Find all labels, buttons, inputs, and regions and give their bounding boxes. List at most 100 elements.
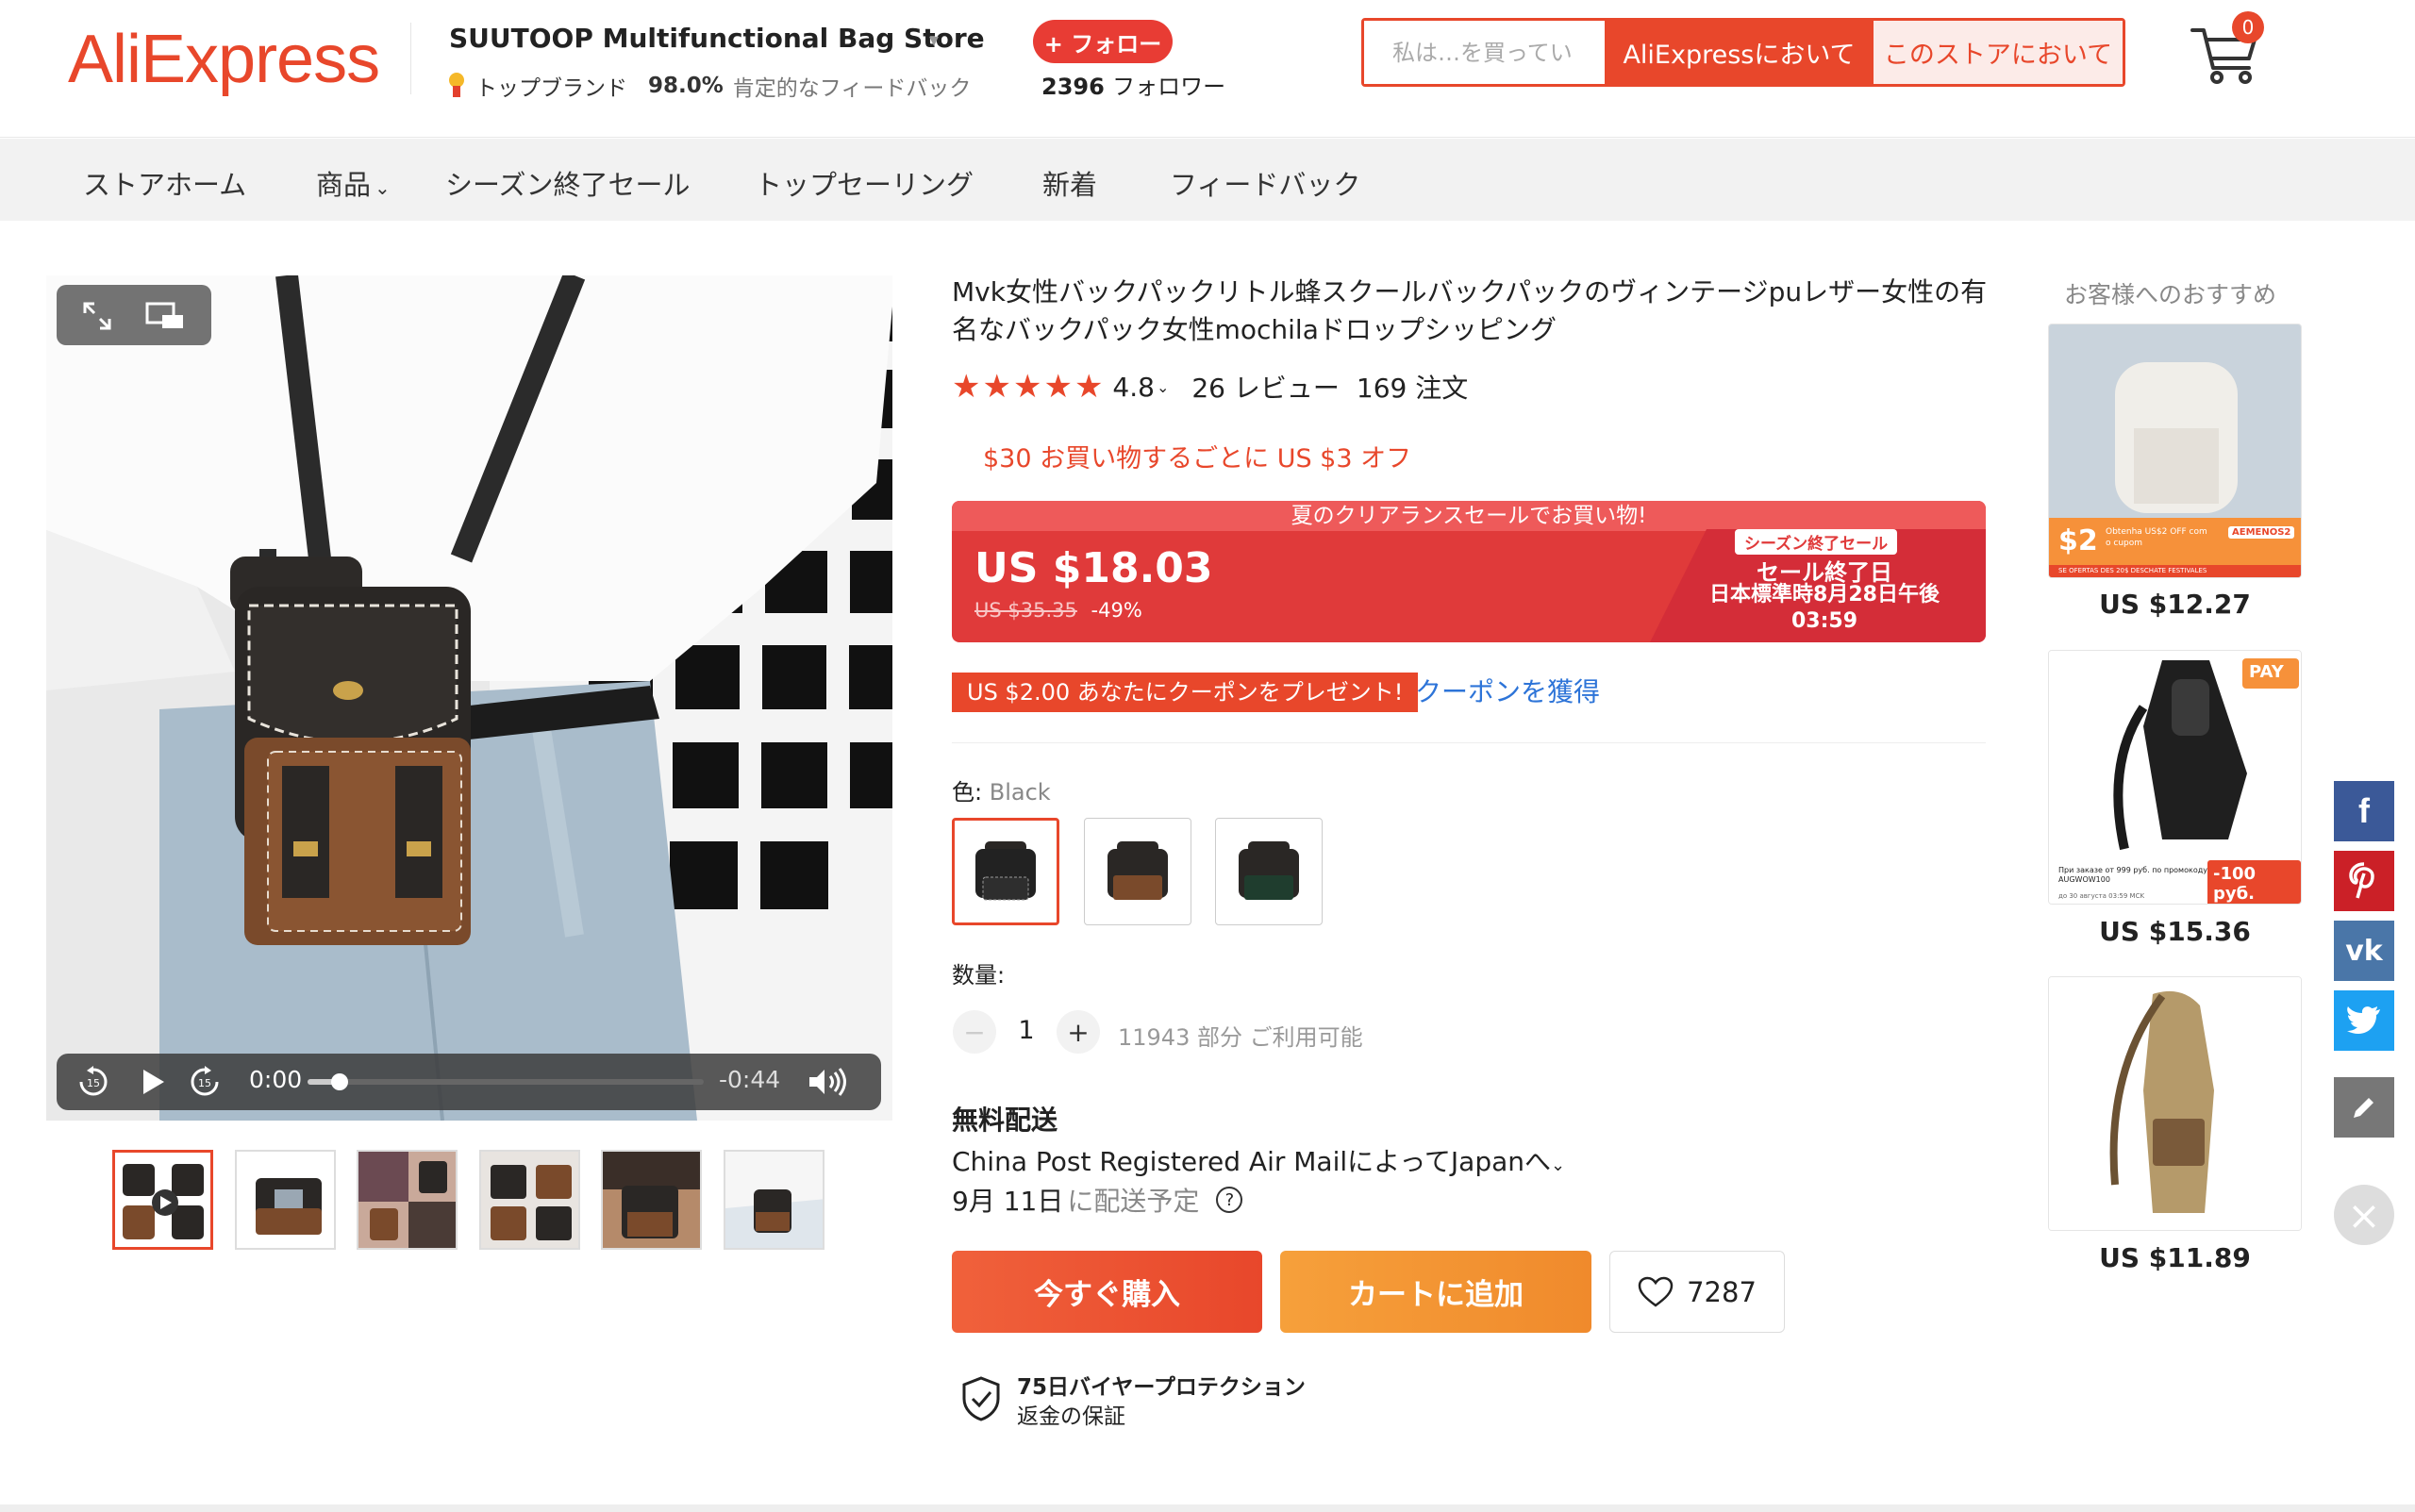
quantity-label: 数量: xyxy=(952,962,1006,989)
thumbnail-4[interactable] xyxy=(479,1150,580,1250)
selected-color: Black xyxy=(989,779,1051,806)
color-swatch-black[interactable] xyxy=(952,818,1059,925)
video-progress-handle[interactable] xyxy=(330,1073,348,1090)
forward-15-icon[interactable]: 15 xyxy=(189,1066,221,1098)
nav-store-home[interactable]: ストアホーム xyxy=(83,163,246,203)
wishlist-count: 7287 xyxy=(1687,1275,1757,1308)
buyer-protection-subtitle: 返金の保証 xyxy=(1017,1404,1125,1429)
follow-button[interactable]: + フォロー xyxy=(1033,20,1173,63)
search-aliexpress-button[interactable]: AliExpressにおいて xyxy=(1605,21,1874,84)
pinterest-share-icon[interactable] xyxy=(2334,851,2394,911)
volume-icon[interactable] xyxy=(808,1067,849,1097)
store-nav: ストアホーム 商品 ⌄ シーズン終了セール トップセーリング 新着 フィードバック xyxy=(0,139,2415,221)
original-price: US $35.35 xyxy=(974,599,1077,622)
twitter-share-icon[interactable] xyxy=(2334,990,2394,1051)
color-swatch-green[interactable] xyxy=(1215,818,1323,925)
color-swatch-brown[interactable] xyxy=(1084,818,1191,925)
close-icon[interactable]: × xyxy=(2334,1185,2394,1245)
twitter-logo xyxy=(2347,1006,2380,1034)
recommended-item-1[interactable]: $2 Obtenha US$2 OFF com o cupom AEMENOS2… xyxy=(2048,324,2302,578)
discount-percent: -49% xyxy=(1091,599,1142,622)
fullscreen-icon[interactable] xyxy=(81,300,113,332)
heart-icon xyxy=(1638,1276,1674,1307)
thumbnail-image xyxy=(603,1152,700,1248)
divider xyxy=(952,742,1986,743)
play-icon[interactable] xyxy=(142,1068,166,1096)
cart-count-badge: 0 xyxy=(2232,11,2264,43)
rec-footer: до 30 августа 03:59 MCK xyxy=(2058,892,2145,900)
pinterest-logo xyxy=(2349,862,2374,899)
video-progress-slider[interactable] xyxy=(308,1073,704,1090)
vk-share-icon[interactable]: vk xyxy=(2334,921,2394,981)
original-price-row: US $35.35 -49% xyxy=(974,599,1142,622)
get-coupon-link[interactable]: クーポンを獲得 xyxy=(1415,673,1600,712)
sale-end-date-text: 日本標準時8月28日午後 xyxy=(1709,583,1940,606)
thumbnail-5[interactable] xyxy=(601,1150,702,1250)
facebook-share-icon[interactable]: f xyxy=(2334,781,2394,841)
star-icon: ★ xyxy=(952,368,981,406)
star-icon: ★ xyxy=(1043,368,1073,406)
price-banner: 夏のクリアランスセールでお買い物! US $18.03 US $35.35 -4… xyxy=(952,501,1986,642)
thumbnail-2[interactable] xyxy=(235,1150,336,1250)
chevron-down-icon[interactable]: ⌄ xyxy=(1157,378,1169,396)
search-store-button[interactable]: このストアにおいて xyxy=(1874,21,2123,84)
video-time-remaining: -0:44 xyxy=(719,1066,781,1093)
followers-label: フォロワー xyxy=(1112,74,1226,100)
nav-products[interactable]: 商品 ⌄ xyxy=(316,163,391,203)
top-brand-label: トップブランド xyxy=(475,76,627,101)
followers-number: 2396 xyxy=(1041,74,1105,100)
video-time-current: 0:00 xyxy=(249,1066,303,1093)
edit-icon[interactable] xyxy=(2334,1077,2394,1138)
picture-in-picture-icon[interactable] xyxy=(145,302,185,330)
thumbnail-3[interactable] xyxy=(357,1150,458,1250)
add-to-cart-button[interactable]: カートに追加 xyxy=(1280,1251,1591,1333)
thumbnail-image xyxy=(237,1152,334,1248)
pencil-icon xyxy=(2354,1098,2373,1118)
star-icon: ★ xyxy=(1012,368,1042,406)
thumbnail-1[interactable] xyxy=(112,1150,213,1250)
rec-caption: Obtenha US$2 OFF com o cupom xyxy=(2106,527,2207,548)
recommended-item-3[interactable] xyxy=(2048,976,2302,1231)
banner-headline: 夏のクリアランスセールでお買い物! xyxy=(952,501,1986,531)
recommended-item-2[interactable]: PAY При заказе от 999 руб. по промокоду … xyxy=(2048,650,2302,905)
search-input[interactable] xyxy=(1364,21,1605,84)
wishlist-button[interactable]: 7287 xyxy=(1609,1251,1785,1333)
recommended-item-1-price: US $12.27 xyxy=(2099,589,2251,620)
color-label-text: 色: xyxy=(952,779,983,806)
shield-check-icon xyxy=(962,1376,1000,1421)
thumbnail-image xyxy=(115,1153,210,1247)
help-icon[interactable]: ? xyxy=(1216,1187,1243,1213)
rating-value[interactable]: 4.8 xyxy=(1112,372,1155,403)
shipping-method[interactable]: China Post Registered Air MailによってJapanへ… xyxy=(952,1141,1565,1179)
nav-feedback[interactable]: フィードバック xyxy=(1170,163,1360,203)
swatch-image xyxy=(1239,841,1299,900)
quantity-decrease-button[interactable]: − xyxy=(953,1010,996,1054)
aliexpress-logo[interactable]: AliExpress xyxy=(68,21,380,98)
star-icon: ★ xyxy=(1074,368,1104,406)
chevron-down-icon[interactable]: ▾ xyxy=(929,28,939,51)
product-video[interactable] xyxy=(46,275,892,1121)
quantity-increase-button[interactable]: + xyxy=(1057,1010,1100,1054)
thumbnail-image xyxy=(481,1152,578,1248)
star-icon: ★ xyxy=(982,368,1011,406)
nav-new-arrivals[interactable]: 新着 xyxy=(1042,163,1097,203)
quantity-input[interactable]: 1 xyxy=(1015,1016,1038,1045)
thumbnail-6[interactable] xyxy=(724,1150,824,1250)
nav-top-selling[interactable]: トップセーリング xyxy=(755,163,974,203)
season-sale-tag: シーズン終了セール xyxy=(1735,529,1898,555)
rec-corner-badge: PAY xyxy=(2249,662,2284,682)
store-name[interactable]: SUUTOOP Multifunctional Bag Store xyxy=(449,23,985,54)
nav-products-label: 商品 xyxy=(316,169,372,201)
recommendations-title: お客様へのおすすめ xyxy=(2064,281,2277,308)
rec-discount: -100 руб. xyxy=(2207,860,2301,904)
review-count[interactable]: 26 レビュー xyxy=(1191,368,1340,406)
medal-icon xyxy=(447,73,466,99)
swatch-image xyxy=(1108,841,1168,900)
nav-season-sale[interactable]: シーズン終了セール xyxy=(445,163,691,203)
search-bar: AliExpressにおいて このストアにおいて xyxy=(1361,18,2125,87)
rewind-15-icon[interactable]: 15 xyxy=(77,1066,109,1098)
buy-now-button[interactable]: 今すぐ購入 xyxy=(952,1251,1262,1333)
feedback-percent: 98.0% xyxy=(648,74,724,98)
sale-end-time: 03:59 xyxy=(1790,609,1858,633)
buyer-protection-title[interactable]: 75日バイヤープロテクション xyxy=(1017,1369,1306,1401)
